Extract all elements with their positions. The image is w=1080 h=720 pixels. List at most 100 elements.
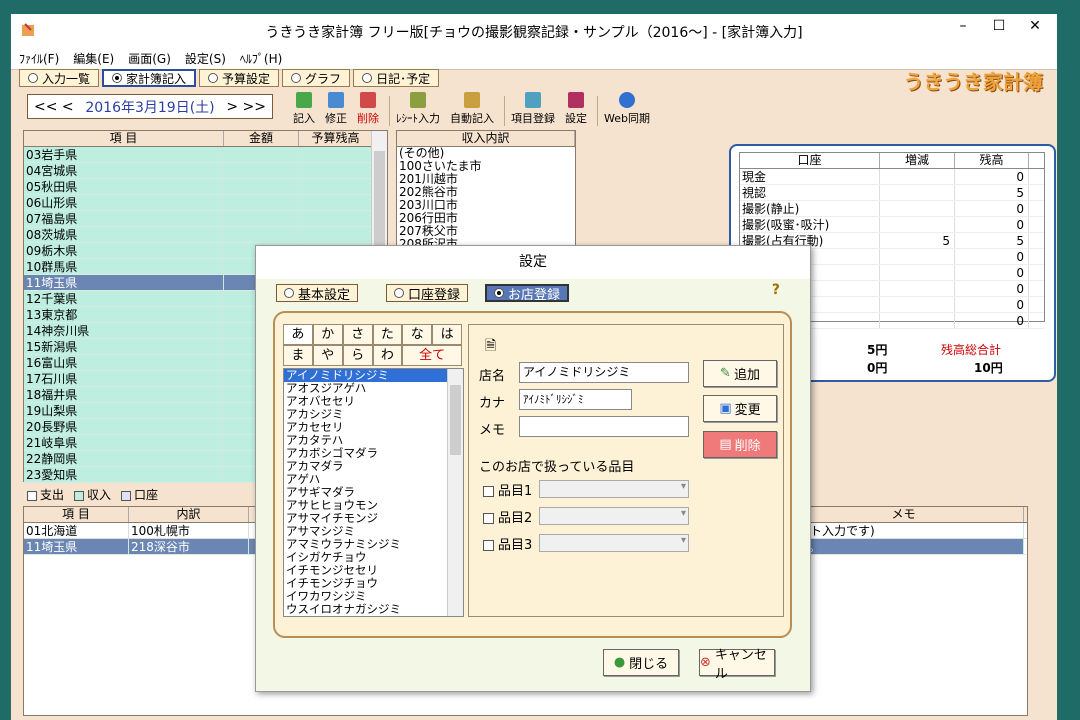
date-navigator: << < 2016年3月19日(土) > >>: [27, 94, 273, 119]
shop-list-items: アイノミドリシジミ アオスジアゲハ アオバセセリ アカシジミ アカセセリ アカタテハ アカボ…: [284, 369, 463, 616]
item2-checkbox[interactable]: 品目2: [483, 507, 532, 526]
mode-label: 家計簿記入: [126, 71, 187, 86]
kana-a-button[interactable]: あ: [283, 324, 313, 345]
toolbar-separator: [597, 96, 598, 126]
menu-file[interactable]: ﾌｧｲﾙ(F): [19, 50, 59, 67]
prev-date-button[interactable]: << <: [34, 99, 74, 115]
legend-expense: 支出: [27, 486, 64, 503]
kana-input[interactable]: ｱｲﾉﾐﾄﾞﾘｼｼﾞﾐ: [519, 389, 632, 410]
item-cell: 18福井県: [24, 387, 224, 402]
menu-settings[interactable]: 設定(S): [185, 50, 226, 67]
pencil-icon: ✎: [720, 366, 731, 381]
mode-list[interactable]: 入力一覧: [19, 69, 100, 87]
kana-ma-button[interactable]: ま: [283, 345, 313, 366]
kana-ta-button[interactable]: た: [372, 324, 403, 345]
next-date-button[interactable]: > >>: [226, 99, 266, 115]
help-icon[interactable]: ?: [772, 282, 780, 298]
kana-na-button[interactable]: な: [402, 324, 433, 345]
item-row[interactable]: 03岩手県: [24, 147, 387, 163]
item-row[interactable]: 04宮城県: [24, 163, 387, 179]
list-item[interactable]: ウスイロオナガシジミ: [284, 603, 463, 616]
minimize-button[interactable]: –: [949, 18, 977, 34]
mode-entry[interactable]: 家計簿記入: [102, 69, 197, 87]
item1-select[interactable]: [539, 480, 689, 498]
menu-view[interactable]: 画面(G): [128, 50, 171, 67]
modify-button[interactable]: 修正: [325, 92, 347, 126]
account-row[interactable]: 撮影(静止) 0: [740, 201, 1044, 217]
item1-checkbox[interactable]: 品目1: [483, 480, 532, 499]
item3-select[interactable]: [539, 534, 689, 552]
close-window-button[interactable]: ✕: [1021, 18, 1049, 34]
item-row[interactable]: 08茨城県: [24, 227, 387, 243]
kana-ra-button[interactable]: ら: [342, 345, 373, 366]
account-delta: [880, 169, 955, 184]
maximize-button[interactable]: ☐: [985, 18, 1013, 34]
kana-ha-button[interactable]: は: [432, 324, 462, 345]
kana-label: カナ: [479, 396, 506, 411]
item3-checkbox[interactable]: 品目3: [483, 534, 532, 553]
delete-button[interactable]: 削除: [357, 92, 379, 126]
shop-list[interactable]: アイノミドリシジミ アオスジアゲハ アオバセセリ アカシジミ アカセセリ アカタテハ アカボ…: [283, 368, 464, 617]
item-cell: 15新潟県: [24, 339, 224, 354]
close-button[interactable]: ● 閉じる: [603, 649, 679, 676]
item-row[interactable]: 05秋田県: [24, 179, 387, 195]
toolbar-separator: [504, 96, 505, 126]
write-button[interactable]: 記入: [293, 92, 315, 126]
account-bal: 0: [955, 281, 1029, 296]
new-document-icon[interactable]: 🗎: [485, 335, 496, 359]
auto-entry-button[interactable]: 自動記入: [450, 92, 494, 126]
add-button[interactable]: ✎ 追加: [703, 360, 777, 387]
tab-basic-settings[interactable]: 基本設定: [276, 284, 359, 303]
settings-button[interactable]: 設定: [565, 92, 587, 126]
mode-diary[interactable]: 日記･予定: [353, 69, 440, 87]
total-balance: 10円: [974, 361, 1003, 375]
shop-list-scrollbar[interactable]: [447, 369, 463, 616]
scroll-thumb[interactable]: [450, 385, 461, 455]
menu-edit[interactable]: 編集(E): [73, 50, 114, 67]
item-register-button[interactable]: 項目登録: [511, 92, 555, 126]
title-bar: うきうき家計簿 フリー版[チョウの撮影観察記録・サンプル（2016～] - [家…: [11, 14, 1057, 48]
shop-name-label: 店名: [479, 369, 506, 384]
kana-all-button[interactable]: 全て: [402, 345, 462, 366]
item1-label: 品目1: [498, 484, 533, 499]
account-row[interactable]: 撮影(吸蜜･吸汁) 0: [740, 217, 1044, 233]
mode-label: 日記･予定: [376, 71, 431, 86]
gift-icon: [568, 92, 584, 108]
item-cell: 08茨城県: [24, 227, 224, 242]
item-cell: 11埼玉県: [24, 275, 224, 290]
mode-budget[interactable]: 予算設定: [199, 69, 280, 87]
web-sync-button[interactable]: Web同期: [604, 92, 650, 126]
radio-icon: [394, 288, 404, 298]
kana-sa-button[interactable]: さ: [342, 324, 373, 345]
shop-form: 🗎 店名 アイノミドリシジミ カナ ｱｲﾉﾐﾄﾞﾘｼｼﾞﾐ メモ このお店で扱っ…: [468, 324, 784, 617]
legend-income: 収入: [74, 486, 111, 503]
account-bal: 0: [955, 313, 1029, 328]
menu-help[interactable]: ﾍﾙﾌﾟ(H): [240, 50, 282, 67]
item2-select[interactable]: [539, 507, 689, 525]
scroll-thumb[interactable]: [374, 151, 385, 251]
tab-label: 基本設定: [298, 287, 351, 303]
shop-name-input[interactable]: アイノミドリシジミ: [519, 362, 689, 383]
account-row[interactable]: 視認 5: [740, 185, 1044, 201]
delete-shop-button[interactable]: ▤ 削除: [703, 431, 777, 458]
kana-wa-button[interactable]: わ: [372, 345, 403, 366]
item-cell: 20長野県: [24, 419, 224, 434]
receipt-input-button[interactable]: ﾚｼｰﾄ入力: [396, 92, 440, 126]
cancel-button[interactable]: ⊗ キャンセル: [699, 648, 775, 682]
item-row[interactable]: 07福島県: [24, 211, 387, 227]
kana-ya-button[interactable]: や: [312, 345, 343, 366]
item-row[interactable]: 06山形県: [24, 195, 387, 211]
kana-ka-button[interactable]: か: [312, 324, 343, 345]
memo-input[interactable]: [519, 416, 689, 437]
change-button[interactable]: ▣ 変更: [703, 395, 777, 422]
tab-shop-register[interactable]: お店登録: [485, 284, 570, 303]
item-cell: 21岐阜県: [24, 435, 224, 450]
current-date[interactable]: 2016年3月19日(土): [85, 97, 214, 117]
tab-account-register[interactable]: 口座登録: [386, 284, 469, 303]
radio-icon: [284, 288, 294, 298]
col-entry-detail: 内訳: [129, 507, 249, 522]
account-delta: [880, 217, 955, 232]
account-name: 撮影(静止): [740, 201, 880, 216]
account-row[interactable]: 現金 0: [740, 169, 1044, 185]
mode-graph[interactable]: グラフ: [282, 69, 351, 87]
